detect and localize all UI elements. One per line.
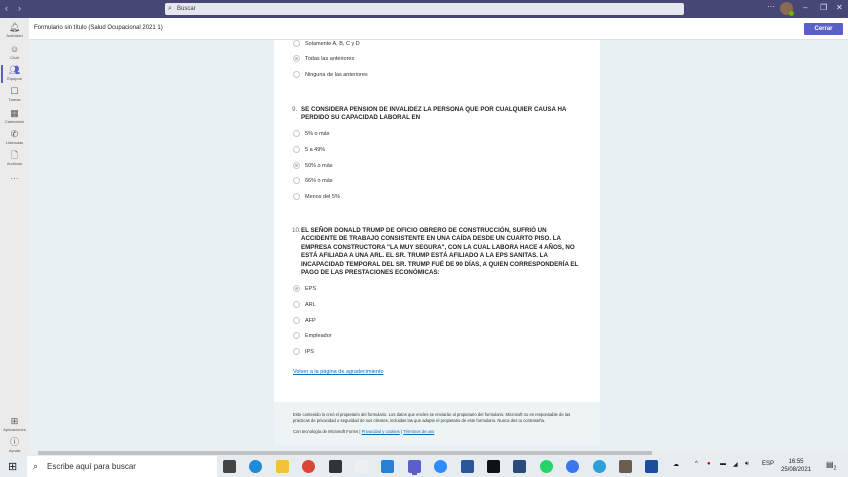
telegram-taskbar-icon[interactable] bbox=[592, 460, 606, 473]
option-prev-1[interactable]: Solamente A, B, C y D bbox=[293, 40, 360, 49]
file-icon: 🗋︎ bbox=[10, 150, 19, 160]
chat-icon: ☺ bbox=[9, 44, 20, 54]
notifications-icon[interactable]: ▤2 bbox=[826, 460, 836, 472]
windows-start-icon[interactable]: ⊞ bbox=[8, 460, 17, 473]
q10-option-1[interactable]: EPS bbox=[293, 285, 316, 294]
whatsapp-taskbar-icon[interactable] bbox=[539, 460, 553, 473]
search-icon: ⌕ bbox=[33, 461, 39, 471]
rail-item-ayuda[interactable]: ⓘ Ayuda bbox=[0, 437, 29, 453]
radio-button[interactable] bbox=[293, 348, 300, 356]
netflix-taskbar-icon[interactable] bbox=[487, 460, 500, 473]
q10-option-2[interactable]: ARL bbox=[293, 301, 316, 310]
q10-option-3[interactable]: AFP bbox=[293, 317, 316, 326]
back-to-thanks-link[interactable]: Volver a la página de agradecimiento bbox=[293, 369, 384, 375]
amazon-taskbar-icon[interactable] bbox=[355, 460, 368, 473]
radio-button[interactable] bbox=[293, 146, 300, 154]
close-window-icon[interactable]: ✕ bbox=[836, 3, 843, 12]
q9-option-4[interactable]: 66% o más bbox=[293, 177, 333, 186]
teams-taskbar-icon[interactable] bbox=[407, 460, 421, 473]
bell-icon: 🔔︎ bbox=[8, 22, 21, 32]
maximize-icon[interactable]: ❐ bbox=[820, 3, 827, 12]
radio-button[interactable] bbox=[293, 71, 300, 79]
radio-button[interactable] bbox=[293, 332, 300, 340]
avatar[interactable] bbox=[780, 2, 794, 16]
network-app-taskbar-icon[interactable] bbox=[645, 460, 659, 473]
q9-option-1[interactable]: 5% o más bbox=[293, 130, 329, 139]
form-footer: Este contenido lo creó el propietario de… bbox=[274, 402, 600, 445]
volume-icon[interactable]: 🔊︎ bbox=[745, 461, 749, 468]
signal-taskbar-icon[interactable] bbox=[566, 460, 580, 473]
option-prev-3[interactable]: Ninguna de las anteriores bbox=[293, 71, 368, 80]
close-button[interactable]: Cerrar bbox=[804, 23, 843, 35]
radio-button[interactable] bbox=[293, 162, 300, 170]
word-taskbar-icon[interactable] bbox=[460, 460, 474, 473]
wifi-icon[interactable]: ◢ bbox=[733, 461, 738, 468]
help-icon: ⓘ bbox=[9, 437, 19, 447]
dvd-app-taskbar-icon[interactable] bbox=[513, 460, 527, 473]
clock[interactable]: 16:55 25/08/2021 bbox=[781, 458, 811, 474]
weather-icon[interactable]: ☁ bbox=[673, 461, 679, 468]
radio-button[interactable] bbox=[293, 285, 300, 293]
edge-taskbar-icon[interactable] bbox=[249, 460, 263, 473]
radio-button[interactable] bbox=[293, 130, 300, 138]
q10-option-4[interactable]: Empleador bbox=[293, 332, 332, 341]
page-title: Formulario sin título (Salud Ocupacional… bbox=[34, 25, 163, 31]
rail-item-calendario[interactable]: ▦ Calendario bbox=[0, 108, 29, 124]
q10-option-5[interactable]: IPS bbox=[293, 348, 314, 357]
terms-link[interactable]: Términos de uso bbox=[403, 429, 434, 434]
radio-button[interactable] bbox=[293, 40, 300, 48]
header: Formulario sin título (Salud Ocupacional… bbox=[29, 18, 848, 40]
calendar-icon: ▦ bbox=[10, 108, 19, 118]
option-prev-2[interactable]: Todas las anteriores bbox=[293, 55, 354, 64]
tasks-icon: ☐ bbox=[10, 86, 19, 96]
taskbar: ⊞ ⌕ Escribe aquí para buscar ☁ ^ ● ▬ ◢ 🔊︎… bbox=[0, 456, 848, 477]
question-10: 10. EL SEÑOR DONALD TRUMP DE OFICIO OBRER… bbox=[292, 227, 579, 277]
search-icon: ⌕ bbox=[168, 5, 172, 12]
radio-button[interactable] bbox=[293, 317, 300, 325]
rail-item-actividad[interactable]: 🔔︎ Actividad bbox=[0, 22, 29, 38]
phone-icon: ✆ bbox=[10, 129, 19, 139]
zoom-taskbar-icon[interactable] bbox=[434, 460, 448, 473]
form-card: Solamente A, B, C y D Todas las anterior… bbox=[274, 40, 600, 402]
title-bar: ‹ › ⌕ Buscar ··· – ❐ ✕ bbox=[0, 0, 848, 18]
file-explorer-taskbar-icon[interactable] bbox=[275, 460, 289, 473]
chevron-up-icon[interactable]: ^ bbox=[695, 461, 698, 467]
radio-button[interactable] bbox=[293, 55, 300, 63]
q9-option-5[interactable]: Menos del 5% bbox=[293, 193, 340, 202]
q9-option-3[interactable]: 50% o más bbox=[293, 162, 333, 171]
task-view-taskbar-icon[interactable] bbox=[223, 460, 236, 473]
language-indicator[interactable]: ESP bbox=[762, 461, 774, 467]
gimp-taskbar-icon[interactable] bbox=[619, 460, 632, 473]
scrollbar-thumb[interactable] bbox=[38, 451, 652, 455]
onedrive-icon[interactable]: ● bbox=[707, 461, 711, 467]
apps-icon: ⊞ bbox=[10, 416, 19, 426]
app-rail: 🔔︎ Actividad ☺ Chat 👥︎ Equipos ☐ Tareas ▦ Cal… bbox=[0, 18, 29, 456]
rail-item-tareas[interactable]: ☐ Tareas bbox=[0, 86, 29, 102]
taskbar-search[interactable]: ⌕ Escribe aquí para buscar bbox=[27, 456, 217, 477]
rail-item-equipos[interactable]: 👥︎ Equipos bbox=[0, 65, 29, 83]
mail-taskbar-icon[interactable] bbox=[381, 460, 395, 473]
more-options-icon[interactable]: ··· bbox=[767, 2, 775, 11]
question-9: 9. SE CONSIDERA PENSION DE INVALIDEZ LA P… bbox=[292, 106, 567, 122]
store-taskbar-icon[interactable] bbox=[328, 460, 342, 473]
search-input[interactable]: ⌕ Buscar bbox=[165, 3, 684, 15]
chrome-taskbar-icon[interactable] bbox=[302, 460, 316, 473]
forward-icon[interactable]: › bbox=[18, 3, 21, 13]
teams-icon: 👥︎ bbox=[8, 65, 21, 75]
radio-button[interactable] bbox=[293, 177, 300, 185]
rail-item-chat[interactable]: ☺ Chat bbox=[0, 44, 29, 60]
rail-item-llamadas[interactable]: ✆ Llamadas bbox=[0, 129, 29, 145]
q9-option-2[interactable]: 5 a 49% bbox=[293, 146, 325, 155]
powered-by: Con tecnología de Microsoft Forms | Priv… bbox=[293, 429, 435, 434]
rail-item-archivos[interactable]: 🗋︎ Archivos bbox=[0, 150, 29, 166]
disclaimer-text: Este contenido lo creó el propietario de… bbox=[293, 412, 571, 423]
back-icon[interactable]: ‹ bbox=[5, 3, 8, 13]
privacy-link[interactable]: Privacidad y cookies bbox=[362, 429, 400, 434]
battery-icon[interactable]: ▬ bbox=[720, 461, 726, 467]
rail-item-aplicaciones[interactable]: ⊞ Aplicaciones bbox=[0, 416, 29, 432]
rail-more-icon[interactable]: ··· bbox=[0, 174, 29, 183]
radio-button[interactable] bbox=[293, 301, 300, 309]
minimize-icon[interactable]: – bbox=[803, 3, 807, 12]
radio-button[interactable] bbox=[293, 193, 300, 201]
